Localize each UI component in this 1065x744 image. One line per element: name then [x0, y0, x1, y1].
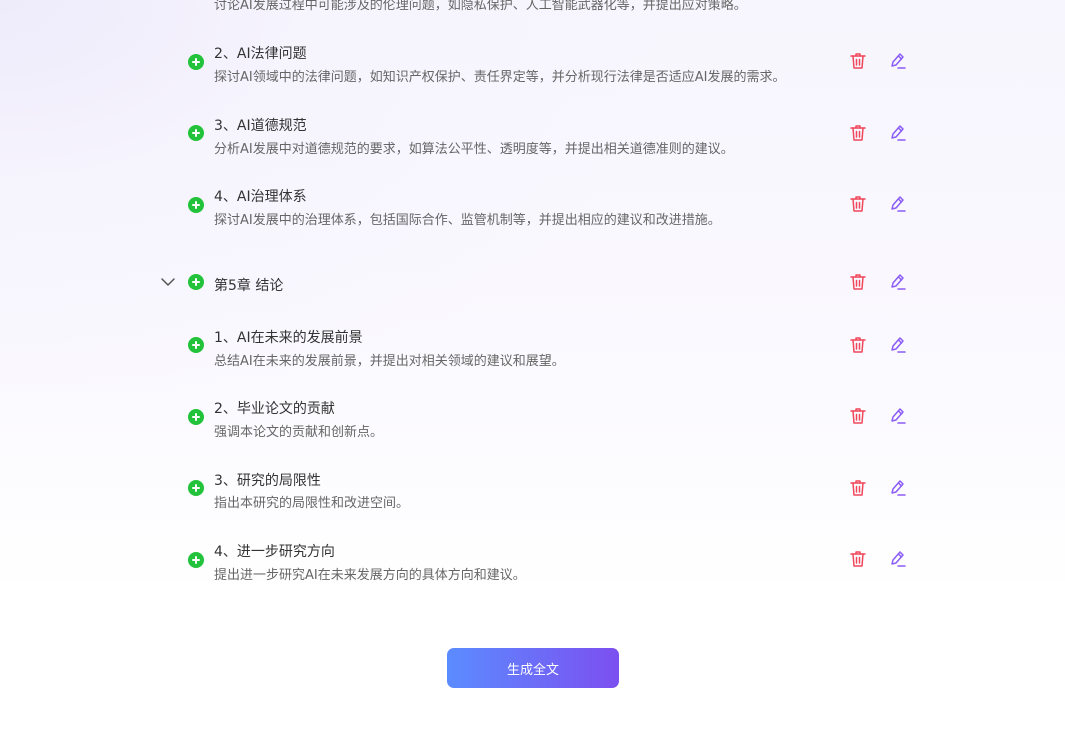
trash-icon[interactable] — [848, 123, 868, 143]
add-icon[interactable] — [188, 480, 204, 496]
pencil-icon[interactable] — [888, 194, 908, 214]
trash-icon[interactable] — [848, 549, 868, 569]
generate-full-text-button[interactable]: 生成全文 — [447, 648, 619, 688]
pencil-icon[interactable] — [888, 406, 908, 426]
outline-section: 4、进一步研究方向 提出进一步研究AI在未来发展方向的具体方向和建议。 — [0, 539, 1065, 587]
trash-icon[interactable] — [848, 272, 868, 292]
trash-icon[interactable] — [848, 335, 868, 355]
add-icon[interactable] — [188, 197, 204, 213]
section-title: 3、研究的局限性 — [214, 473, 321, 489]
chapter-title: 第5章 结论 — [214, 278, 284, 294]
add-icon[interactable] — [188, 409, 204, 425]
section-title: 1、AI在未来的发展前景 — [214, 330, 363, 346]
section-title: 3、AI道德规范 — [214, 118, 307, 134]
outline-list: 讨论AI发展过程中可能涉及的伦理问题，如隐私保护、人工智能武器化等，并提出应对策… — [0, 0, 1065, 744]
add-icon[interactable] — [188, 274, 204, 290]
trash-icon[interactable] — [848, 194, 868, 214]
section-desc: 分析AI发展中对道德规范的要求，如算法公平性、透明度等，并提出相关道德准则的建议… — [214, 142, 734, 157]
trash-icon[interactable] — [848, 406, 868, 426]
section-desc: 讨论AI发展过程中可能涉及的伦理问题，如隐私保护、人工智能武器化等，并提出应对策… — [214, 0, 747, 13]
section-title: 2、毕业论文的贡献 — [214, 401, 335, 417]
section-desc: 探讨AI发展中的治理体系，包括国际合作、监管机制等，并提出相应的建议和改进措施。 — [214, 213, 721, 228]
pencil-icon[interactable] — [888, 549, 908, 569]
pencil-icon[interactable] — [888, 335, 908, 355]
section-title: 4、进一步研究方向 — [214, 544, 335, 560]
add-icon[interactable] — [188, 54, 204, 70]
section-desc: 指出本研究的局限性和改进空间。 — [214, 496, 410, 511]
outline-section: 3、AI道德规范 分析AI发展中对道德规范的要求，如算法公平性、透明度等，并提出… — [0, 112, 1065, 160]
chevron-down-icon[interactable] — [160, 274, 176, 290]
section-title: 2、AI法律问题 — [214, 46, 307, 62]
chapter-header: 第5章 结论 — [0, 270, 1065, 300]
outline-section: 2、毕业论文的贡献 强调本论文的贡献和创新点。 — [0, 396, 1065, 444]
outline-section: 3、研究的局限性 指出本研究的局限性和改进空间。 — [0, 468, 1065, 516]
outline-section: 1、AI在未来的发展前景 总结AI在未来的发展前景，并提出对相关领域的建议和展望… — [0, 324, 1065, 372]
section-desc: 强调本论文的贡献和创新点。 — [214, 425, 384, 440]
outline-section: 4、AI治理体系 探讨AI发展中的治理体系，包括国际合作、监管机制等，并提出相应… — [0, 183, 1065, 231]
add-icon[interactable] — [188, 337, 204, 353]
section-desc: 探讨AI领域中的法律问题，如知识产权保护、责任界定等，并分析现行法律是否适应AI… — [214, 70, 786, 85]
section-desc: 总结AI在未来的发展前景，并提出对相关领域的建议和展望。 — [214, 354, 565, 369]
pencil-icon[interactable] — [888, 272, 908, 292]
trash-icon[interactable] — [848, 478, 868, 498]
section-desc: 提出进一步研究AI在未来发展方向的具体方向和建议。 — [214, 568, 526, 583]
pencil-icon[interactable] — [888, 478, 908, 498]
add-icon[interactable] — [188, 125, 204, 141]
section-title: 4、AI治理体系 — [214, 189, 307, 205]
pencil-icon[interactable] — [888, 51, 908, 71]
pencil-icon[interactable] — [888, 123, 908, 143]
trash-icon[interactable] — [848, 51, 868, 71]
outline-section: 2、AI法律问题 探讨AI领域中的法律问题，如知识产权保护、责任界定等，并分析现… — [0, 40, 1065, 88]
add-icon[interactable] — [188, 552, 204, 568]
